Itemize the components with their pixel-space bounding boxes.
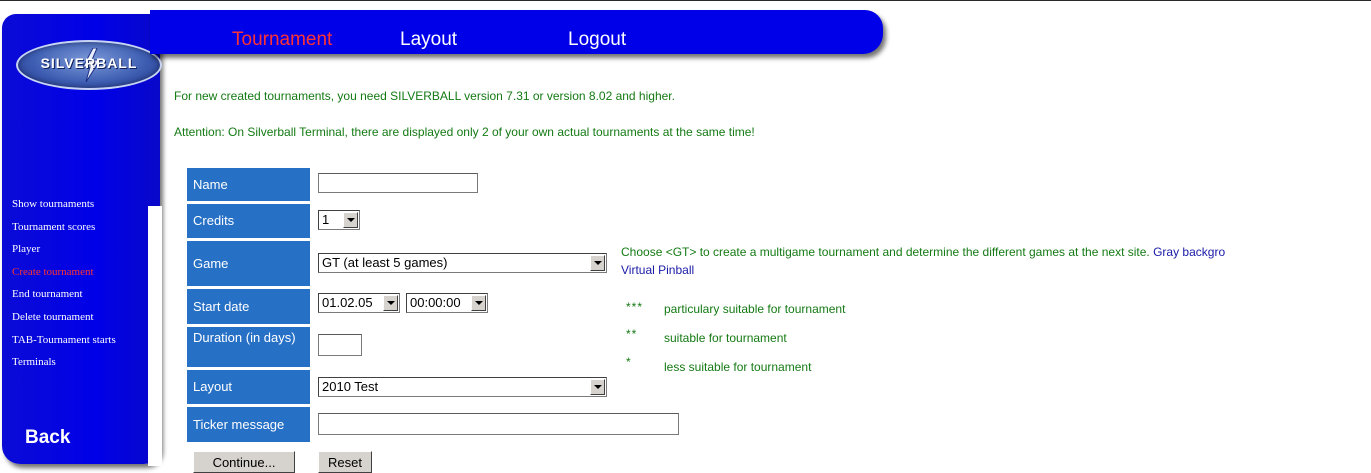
game-hint-text: Choose <GT> to create a multigame tourna…: [621, 245, 1150, 259]
chevron-down-icon[interactable]: [383, 295, 398, 311]
back-link[interactable]: Back: [25, 427, 70, 449]
ticker-message-input[interactable]: [318, 413, 679, 435]
sidebar-item-end-tournament[interactable]: End tournament: [12, 287, 116, 310]
nav-layout[interactable]: Layout: [400, 29, 457, 51]
duration-label: Duration (in days): [187, 327, 310, 367]
layout-value: 2010 Test: [322, 379, 379, 394]
chevron-down-icon[interactable]: [590, 379, 605, 395]
legend-text-2: suitable for tournament: [664, 331, 787, 345]
top-border-line: [0, 0, 1371, 1]
start-date-select[interactable]: 01.02.05: [318, 293, 400, 313]
name-label: Name: [187, 168, 310, 201]
top-navigation-bar: Tournament Layout Logout: [150, 10, 883, 54]
nav-logout[interactable]: Logout: [568, 29, 626, 51]
continue-button[interactable]: Continue...: [193, 451, 295, 473]
sidebar-item-delete-tournament[interactable]: Delete tournament: [12, 310, 116, 333]
sidebar-menu: Show tournaments Tournament scores Playe…: [12, 197, 116, 378]
sidebar-item-tab-tournament-starts[interactable]: TAB-Tournament starts: [12, 333, 116, 356]
version-info: For new created tournaments, you need SI…: [174, 89, 675, 103]
sidebar-item-create-tournament[interactable]: Create tournament: [12, 265, 116, 288]
game-label: Game: [187, 241, 310, 286]
legend-stars-2: **: [626, 327, 638, 341]
layout-select[interactable]: 2010 Test: [318, 377, 607, 397]
game-select[interactable]: GT (at least 5 games): [318, 253, 607, 273]
gray-background-note: Gray backgro: [1153, 245, 1226, 259]
nav-tournament[interactable]: Tournament: [232, 29, 332, 51]
credits-value: 1: [322, 212, 330, 227]
game-hint: Choose <GT> to create a multigame tourna…: [621, 245, 1225, 259]
reset-button[interactable]: Reset: [318, 451, 372, 473]
legend-stars-1: *: [626, 355, 632, 369]
start-time-value: 00:00:00: [410, 295, 461, 310]
sidebar-item-player[interactable]: Player: [12, 242, 116, 265]
legend-text-1: less suitable for tournament: [664, 360, 812, 374]
virtual-pinball-note: Virtual Pinball: [621, 263, 695, 277]
sidebar-item-show-tournaments[interactable]: Show tournaments: [12, 197, 116, 220]
attention-info: Attention: On Silverball Terminal, there…: [174, 125, 755, 139]
chevron-down-icon[interactable]: [343, 212, 358, 228]
credits-select[interactable]: 1: [318, 210, 360, 230]
credits-label: Credits: [187, 204, 310, 238]
legend-stars-3: ***: [626, 300, 644, 314]
logo-text: SILVERBALL: [40, 55, 138, 71]
ticker-message-label: Ticker message: [187, 407, 310, 442]
chevron-down-icon[interactable]: [471, 295, 486, 311]
sidebar: SILVERBALL Show tournaments Tournament s…: [2, 14, 162, 464]
sidebar-item-terminals[interactable]: Terminals: [12, 355, 116, 378]
sidebar-notch: [148, 206, 162, 466]
game-value: GT (at least 5 games): [322, 255, 448, 270]
name-input[interactable]: [318, 173, 478, 193]
duration-input[interactable]: [318, 334, 362, 356]
start-time-select[interactable]: 00:00:00: [406, 293, 488, 313]
chevron-down-icon[interactable]: [590, 255, 605, 271]
sidebar-item-tournament-scores[interactable]: Tournament scores: [12, 220, 116, 243]
start-date-label: Start date: [187, 289, 310, 324]
start-date-value: 01.02.05: [322, 295, 373, 310]
silverball-logo: SILVERBALL: [16, 40, 162, 90]
layout-label: Layout: [187, 370, 310, 404]
legend-text-3: particulary suitable for tournament: [664, 302, 846, 316]
